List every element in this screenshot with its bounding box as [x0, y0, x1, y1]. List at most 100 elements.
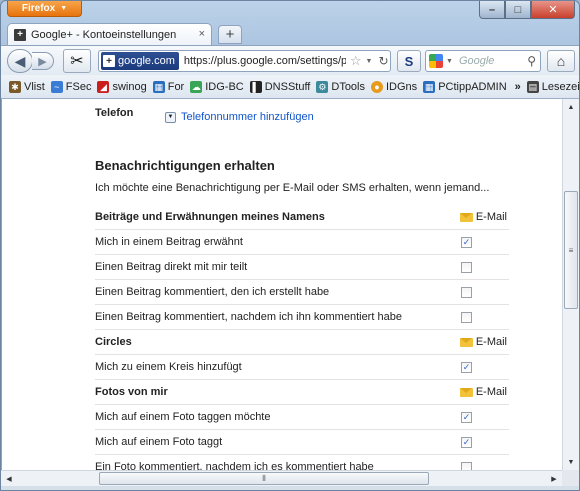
- bookmark-label: IDG-BC: [205, 80, 244, 93]
- email-checkbox[interactable]: [461, 286, 472, 298]
- back-button[interactable]: ◀: [7, 49, 33, 73]
- bookmark-item[interactable]: ☁ IDG-BC: [190, 80, 244, 93]
- s-addon-button[interactable]: S: [397, 50, 421, 72]
- dropdown-icon: ▼: [165, 111, 176, 123]
- bookmark-icon: ▦: [152, 80, 165, 93]
- tab-bar: + Google+ - Kontoeinstellungen × +: [1, 19, 579, 45]
- home-button[interactable]: ⌂: [547, 50, 575, 72]
- bookmark-item[interactable]: ~ FSec: [50, 80, 92, 93]
- notification-row: Mich auf einem Foto taggt ✓: [95, 430, 509, 455]
- tab-google-plus[interactable]: + Google+ - Kontoeinstellungen ×: [7, 23, 212, 45]
- page-content: Telefon ▼ Telefonnummer hinzufügen Benac…: [1, 99, 562, 470]
- envelope-icon: [459, 337, 473, 347]
- email-checkbox[interactable]: [461, 311, 472, 323]
- bookmarks-menu-icon: ▤: [526, 80, 539, 93]
- email-checkbox[interactable]: ✓: [461, 236, 472, 248]
- bookmark-icon: ☁: [190, 80, 203, 93]
- bookmarks-menu-label: Lesezeichen: [541, 80, 580, 93]
- bookmark-item[interactable]: ⚙ DTools: [316, 80, 365, 93]
- notification-label: Einen Beitrag kommentiert, den ich erste…: [95, 286, 330, 298]
- email-checkbox[interactable]: [461, 461, 472, 470]
- add-phone-link[interactable]: ▼ Telefonnummer hinzufügen: [165, 111, 314, 123]
- scissors-button[interactable]: ✂: [63, 49, 91, 73]
- horizontal-scroll-thumb[interactable]: ⦀: [99, 472, 429, 485]
- email-checkbox[interactable]: [461, 261, 472, 273]
- minimize-button[interactable]: –: [479, 1, 505, 19]
- tab-close-icon[interactable]: ×: [199, 28, 205, 40]
- notification-label: Mich auf einem Foto taggen möchte: [95, 411, 271, 423]
- chevron-down-icon: ▼: [60, 5, 68, 12]
- vertical-scroll-thumb[interactable]: ≡: [564, 191, 578, 309]
- bookmark-label: FSec: [65, 80, 92, 93]
- scroll-down-icon[interactable]: ▼: [563, 454, 579, 470]
- horizontal-scrollbar[interactable]: ◀ ⦀ ▶: [1, 470, 562, 486]
- bookmark-icon: ▌: [249, 80, 262, 93]
- bookmark-star-icon[interactable]: ☆: [350, 53, 362, 69]
- scroll-right-icon[interactable]: ▶: [546, 471, 562, 487]
- reload-icon[interactable]: ↻: [378, 54, 388, 68]
- new-tab-button[interactable]: +: [218, 25, 242, 44]
- add-phone-link-text: Telefonnummer hinzufügen: [181, 111, 314, 123]
- status-bar: [1, 486, 579, 490]
- email-column-header: E-Mail: [459, 386, 507, 398]
- notification-row: Mich auf einem Foto taggen möchte ✓: [95, 405, 509, 430]
- bookmark-icon: ◢: [97, 80, 110, 93]
- forward-button[interactable]: ▶: [32, 52, 54, 70]
- notification-label: Mich in einem Beitrag erwähnt: [95, 236, 243, 248]
- navigation-toolbar: ◀ ▶ ✂ + google.com https://plus.google.c…: [1, 45, 579, 75]
- s-addon-icon: S: [404, 53, 414, 69]
- bookmark-label: For: [167, 80, 185, 93]
- firefox-menu-label: Firefox: [21, 3, 56, 14]
- section-header: Beiträge und Erwähnungen meines Namens E…: [95, 205, 509, 230]
- bookmark-icon: ⚙: [316, 80, 329, 93]
- close-window-button[interactable]: ✕: [531, 1, 575, 19]
- notification-row: Einen Beitrag kommentiert, nachdem ich i…: [95, 305, 509, 330]
- firefox-menu-button[interactable]: Firefox ▼: [7, 1, 82, 17]
- notification-row: Ein Foto kommentiert, nachdem ich es kom…: [95, 455, 509, 470]
- bookmark-label: IDGns: [386, 80, 418, 93]
- notification-label: Mich auf einem Foto taggt: [95, 436, 223, 448]
- section-title: Fotos von mir: [95, 386, 168, 398]
- bookmark-icon: ▦: [423, 80, 436, 93]
- browser-window: Firefox ▼ – □ ✕ + Google+ - Kontoeinstell…: [0, 0, 580, 491]
- scroll-left-icon[interactable]: ◀: [1, 471, 17, 487]
- bookmark-item[interactable]: ● IDGns: [371, 80, 418, 93]
- bookmark-icon: ●: [371, 80, 383, 93]
- site-identity-button[interactable]: + google.com: [101, 52, 179, 70]
- search-box[interactable]: ▼ Google ⚲: [425, 50, 541, 72]
- site-identity-label: google.com: [118, 55, 175, 67]
- email-checkbox[interactable]: ✓: [461, 361, 472, 373]
- bookmarks-overflow-button[interactable]: »: [515, 81, 521, 93]
- bookmark-item[interactable]: ▌ DNSStuff: [249, 80, 311, 93]
- bookmark-item[interactable]: ◢ swinog: [97, 80, 147, 93]
- search-icon[interactable]: ⚲: [527, 54, 536, 68]
- bookmarks-menu-button[interactable]: ▤Lesezeichen: [526, 80, 580, 93]
- notification-row: Einen Beitrag direkt mit mir teilt: [95, 255, 509, 280]
- notification-label: Einen Beitrag direkt mit mir teilt: [95, 261, 248, 273]
- scroll-up-icon[interactable]: ▲: [563, 99, 579, 115]
- email-column-label: E-Mail: [475, 386, 507, 398]
- email-column-header: E-Mail: [459, 336, 507, 348]
- email-column-header: E-Mail: [459, 211, 507, 223]
- vertical-scrollbar[interactable]: ▲ ≡ ▼: [562, 99, 579, 470]
- email-checkbox[interactable]: ✓: [461, 436, 472, 448]
- google-search-engine-icon[interactable]: [429, 54, 443, 68]
- bookmark-item[interactable]: ▦ PCtippADMIN: [423, 80, 507, 93]
- notification-label: Einen Beitrag kommentiert, nachdem ich i…: [95, 311, 402, 323]
- history-dropdown-icon[interactable]: ▼: [366, 58, 373, 65]
- url-text[interactable]: https://plus.google.com/settings/pl: [184, 55, 346, 67]
- search-engine-dropdown-icon[interactable]: ▼: [446, 58, 453, 65]
- notification-label: Mich zu einem Kreis hinzufügt: [95, 361, 242, 373]
- scissors-icon: ✂: [70, 53, 84, 70]
- bookmark-label: Vlist: [24, 80, 45, 93]
- address-bar[interactable]: + google.com https://plus.google.com/set…: [98, 50, 391, 72]
- bookmark-label: swinog: [112, 80, 147, 93]
- bookmark-item[interactable]: ▦ For: [152, 80, 185, 93]
- section-title: Circles: [95, 336, 132, 348]
- email-checkbox[interactable]: ✓: [461, 411, 472, 423]
- maximize-button[interactable]: □: [505, 1, 531, 19]
- envelope-icon: [459, 212, 473, 222]
- bookmark-item[interactable]: ✱ Vlist: [9, 80, 45, 93]
- home-icon: ⌂: [556, 53, 566, 69]
- bookmark-label: DNSStuff: [264, 80, 311, 93]
